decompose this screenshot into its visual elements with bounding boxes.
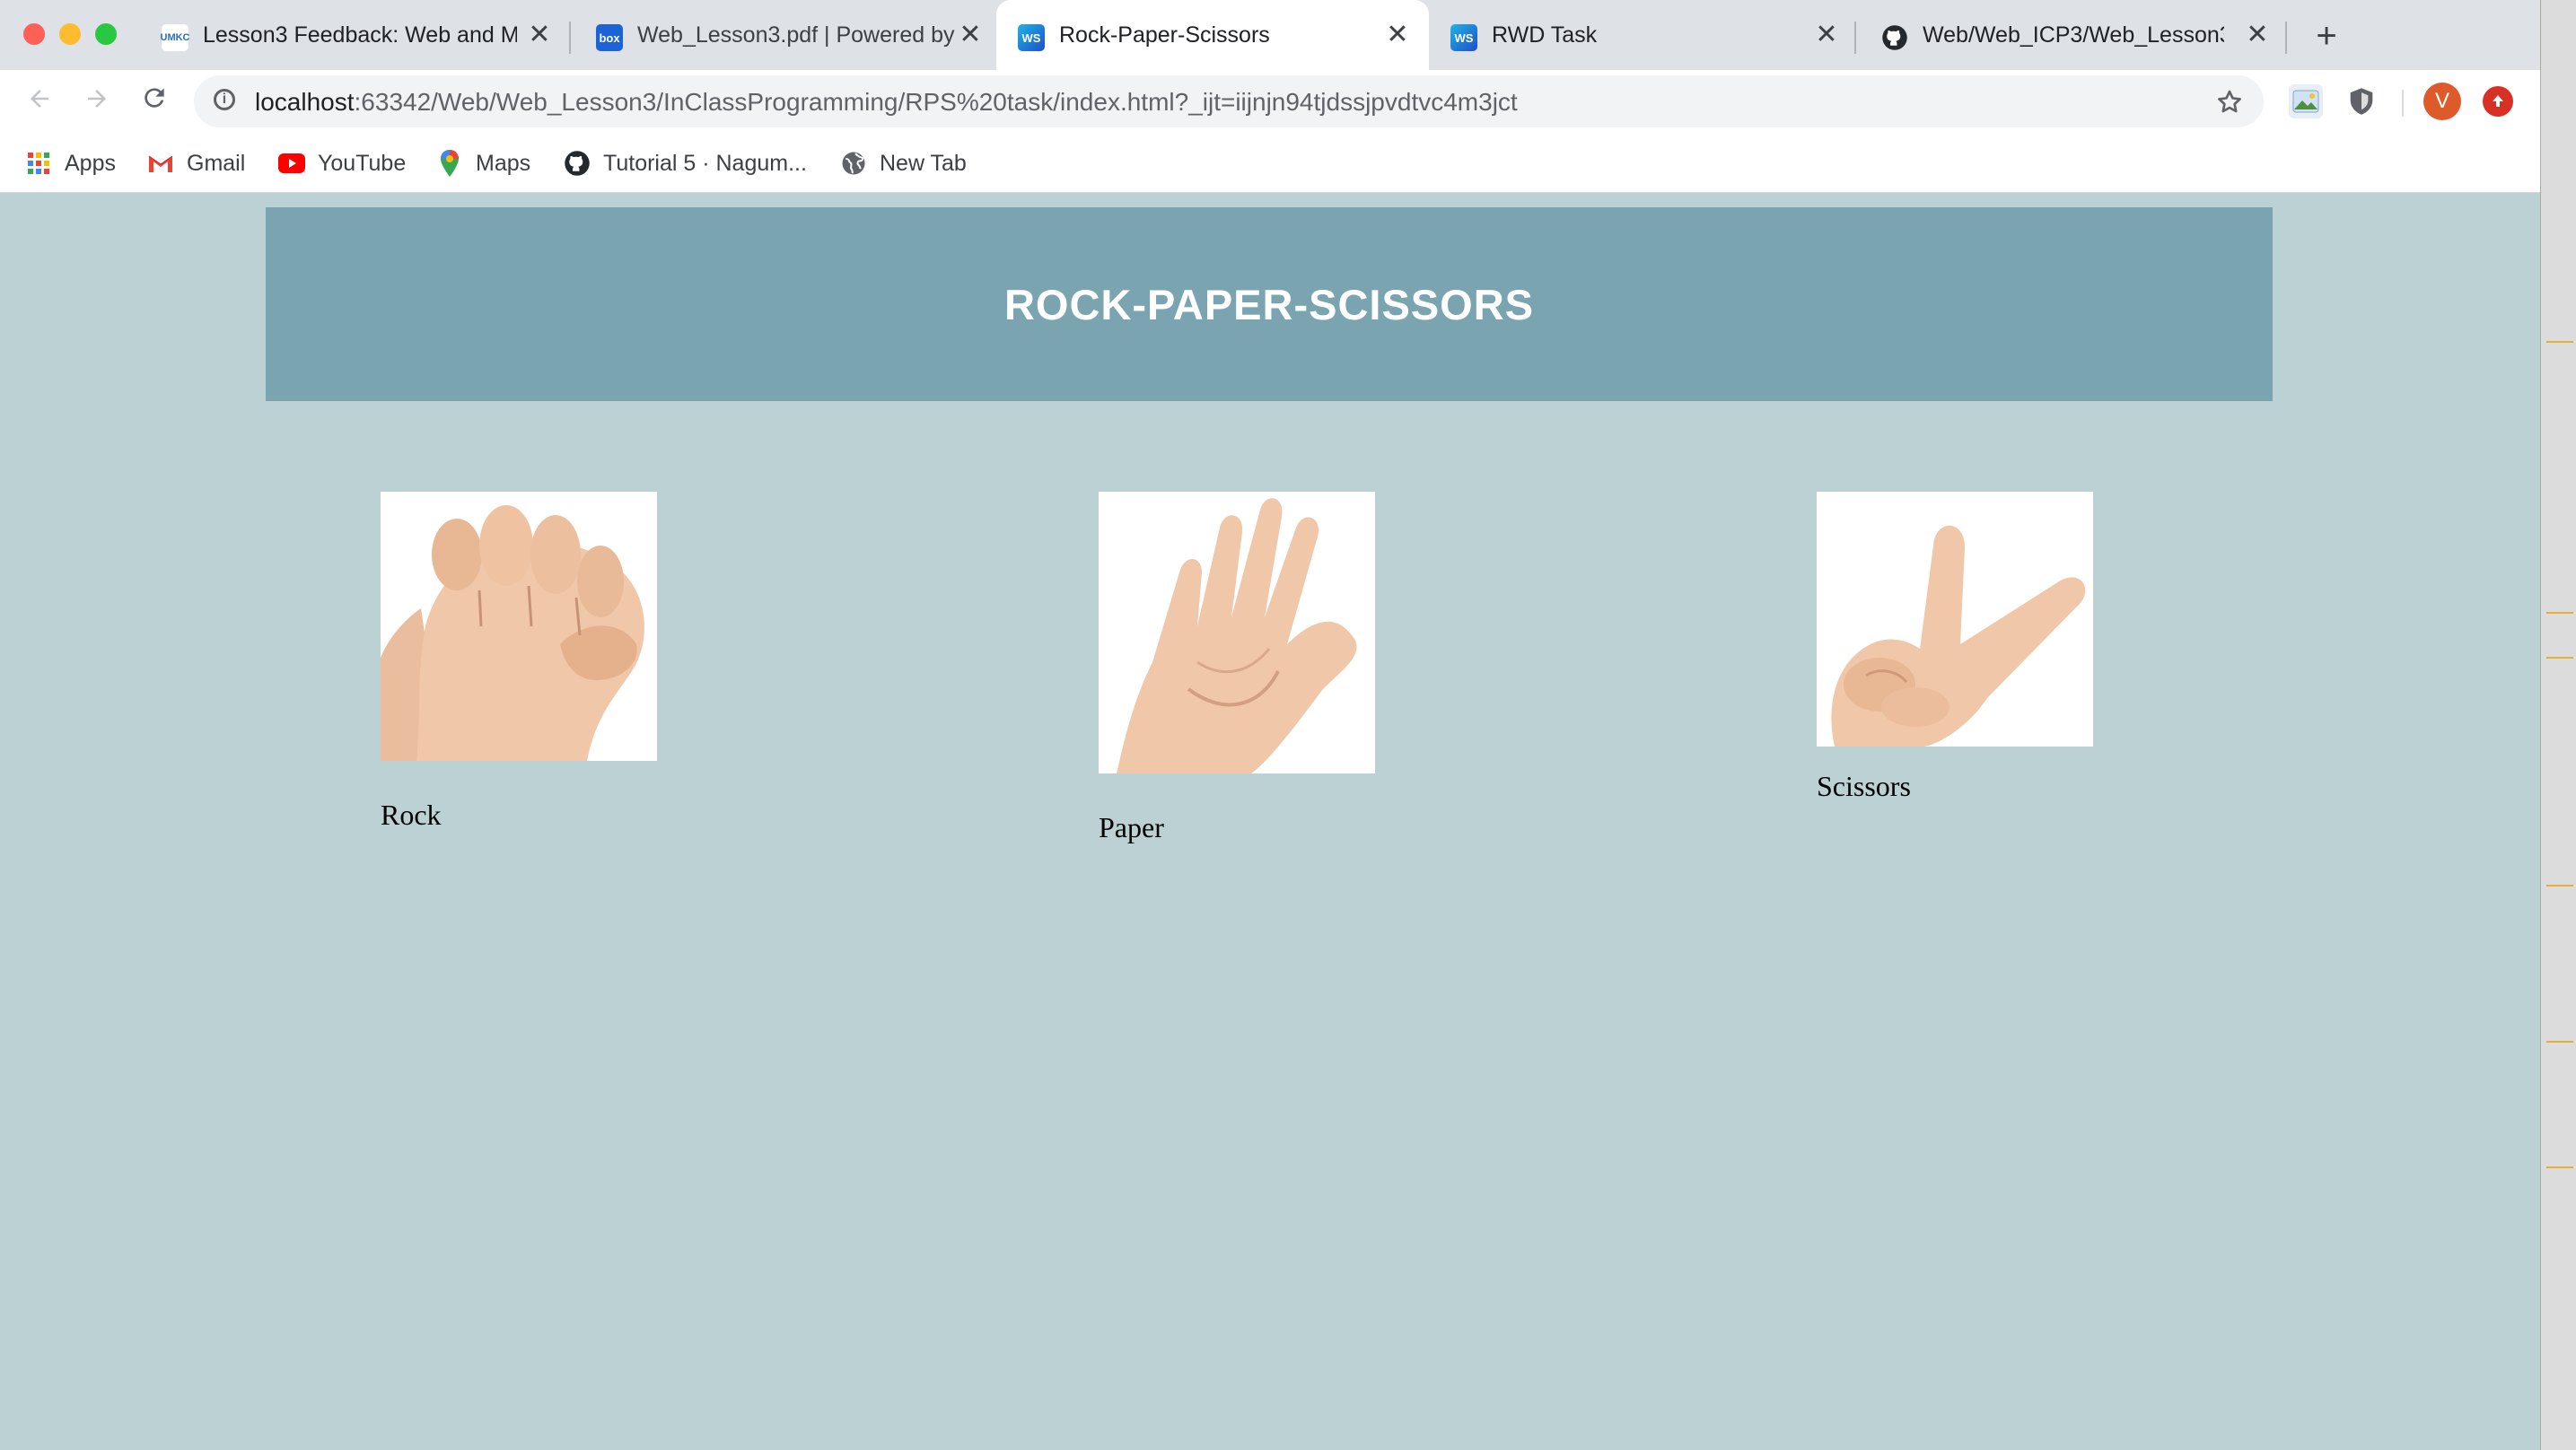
box-icon: box bbox=[596, 24, 623, 51]
open-palm-hand-icon[interactable] bbox=[1099, 492, 1375, 773]
zoom-window-button[interactable] bbox=[95, 23, 117, 45]
bookmark-label: Gmail bbox=[187, 150, 246, 176]
tab-title: Web_Lesson3.pdf | Powered by bbox=[637, 22, 955, 48]
edge-marker bbox=[2546, 1166, 2573, 1168]
url-path: :63342/Web/Web_Lesson3/InClassProgrammin… bbox=[354, 88, 1518, 116]
tab-lesson3-feedback[interactable]: UMKC Lesson3 Feedback: Web and M ✕ bbox=[140, 0, 565, 70]
github-icon bbox=[564, 150, 591, 177]
tab-separator bbox=[2285, 22, 2287, 54]
screen: UMKC Lesson3 Feedback: Web and M ✕ box W… bbox=[0, 0, 2576, 1450]
webstorm-icon: WS bbox=[1450, 24, 1477, 51]
address-bar[interactable]: i localhost:63342/Web/Web_Lesson3/InClas… bbox=[194, 75, 2264, 127]
bookmark-label: Apps bbox=[65, 150, 116, 176]
fist-hand-icon[interactable] bbox=[381, 492, 657, 761]
youtube-icon bbox=[278, 150, 305, 177]
tab-title: RWD Task bbox=[1492, 22, 1598, 48]
bookmark-maps[interactable]: Maps bbox=[436, 147, 530, 179]
page-title: ROCK-PAPER-SCISSORS bbox=[1003, 280, 1535, 328]
minimize-window-button[interactable] bbox=[59, 23, 81, 45]
bookmark-label: New Tab bbox=[880, 150, 967, 176]
header-banner: ROCK-PAPER-SCISSORS bbox=[266, 207, 2273, 401]
bookmark-label: Maps bbox=[476, 150, 531, 176]
bookmark-gmail[interactable]: Gmail bbox=[147, 147, 245, 179]
tab-web-lesson3-pdf[interactable]: box Web_Lesson3.pdf | Powered by ✕ bbox=[574, 0, 993, 70]
bookmark-label: Tutorial 5 · Nagum... bbox=[603, 150, 807, 176]
update-badge-icon[interactable] bbox=[2483, 86, 2513, 117]
arrow-left-icon bbox=[31, 90, 48, 108]
globe-icon bbox=[840, 150, 867, 177]
tab-separator bbox=[569, 22, 571, 54]
close-tab-icon[interactable]: ✕ bbox=[1382, 20, 1413, 50]
edge-marker bbox=[2546, 612, 2573, 614]
v-sign-hand-icon[interactable] bbox=[1817, 492, 2093, 747]
tab-separator bbox=[1854, 22, 1856, 54]
forward-button[interactable] bbox=[77, 83, 117, 122]
tab-title: Rock-Paper-Scissors bbox=[1059, 22, 1270, 48]
bookmarks-bar: Apps Gmail YouTube Maps Tutorial 5 · Nag… bbox=[0, 135, 2540, 193]
gmail-icon bbox=[147, 150, 174, 177]
reload-icon bbox=[145, 88, 164, 108]
arrow-right-icon bbox=[88, 90, 106, 108]
bookmark-new-tab[interactable]: New Tab bbox=[840, 147, 967, 179]
new-tab-button[interactable]: + bbox=[2309, 18, 2344, 54]
reload-button[interactable] bbox=[135, 83, 174, 122]
tab-rock-paper-scissors[interactable]: WS Rock-Paper-Scissors ✕ bbox=[996, 0, 1429, 70]
close-tab-icon[interactable]: ✕ bbox=[524, 20, 555, 50]
umkc-icon: UMKC bbox=[161, 24, 190, 51]
tab-strip: UMKC Lesson3 Feedback: Web and M ✕ box W… bbox=[0, 0, 2540, 70]
choice-label-scissors: Scissors bbox=[1817, 770, 1911, 802]
apps-grid-icon bbox=[25, 150, 52, 177]
page-content: ROCK-PAPER-SCISSORS Rock Paper Scissors bbox=[0, 193, 2540, 1450]
browser-toolbar: i localhost:63342/Web/Web_Lesson3/InClas… bbox=[0, 70, 2540, 135]
edge-marker bbox=[2546, 885, 2573, 887]
github-icon bbox=[1881, 24, 1908, 51]
tab-title: Web/Web_ICP3/Web_Lesson3 bbox=[1923, 22, 2224, 48]
edge-marker bbox=[2546, 657, 2573, 659]
choice-label-rock: Rock bbox=[381, 799, 442, 831]
shield-icon[interactable] bbox=[2344, 84, 2379, 118]
close-window-button[interactable] bbox=[23, 23, 45, 45]
tab-github-web-icp3[interactable]: Web/Web_ICP3/Web_Lesson3 ✕ bbox=[1860, 0, 2291, 70]
close-tab-icon[interactable]: ✕ bbox=[1811, 20, 1842, 50]
close-tab-icon[interactable]: ✕ bbox=[2242, 20, 2273, 50]
tab-title: Lesson3 Feedback: Web and M bbox=[203, 22, 517, 48]
bookmark-youtube[interactable]: YouTube bbox=[278, 147, 406, 179]
tab-rwd-task[interactable]: WS RWD Task ✕ bbox=[1429, 0, 1854, 70]
background-window-edge bbox=[2540, 0, 2576, 1450]
edge-marker bbox=[2546, 1041, 2573, 1043]
maps-pin-icon bbox=[436, 150, 463, 177]
avatar-initial: V bbox=[2434, 89, 2449, 113]
choice-label-paper: Paper bbox=[1099, 811, 1164, 843]
toolbar-separator bbox=[2402, 90, 2404, 117]
back-button[interactable] bbox=[20, 83, 59, 122]
bookmark-star-icon[interactable] bbox=[2215, 83, 2244, 124]
url-text[interactable]: localhost:63342/Web/Web_Lesson3/InClassP… bbox=[255, 88, 1518, 117]
bookmark-tutorial-5[interactable]: Tutorial 5 · Nagum... bbox=[564, 147, 807, 179]
extension-photo-icon[interactable] bbox=[2289, 84, 2323, 118]
profile-avatar[interactable]: V bbox=[2423, 83, 2461, 120]
close-tab-icon[interactable]: ✕ bbox=[955, 20, 986, 50]
edge-marker bbox=[2546, 341, 2573, 343]
url-host: localhost bbox=[255, 88, 355, 116]
info-icon[interactable]: i bbox=[214, 89, 235, 110]
webstorm-icon: WS bbox=[1018, 24, 1045, 51]
bookmark-label: YouTube bbox=[318, 150, 407, 176]
browser-window: UMKC Lesson3 Feedback: Web and M ✕ box W… bbox=[0, 0, 2540, 1450]
bookmark-apps[interactable]: Apps bbox=[25, 147, 116, 179]
